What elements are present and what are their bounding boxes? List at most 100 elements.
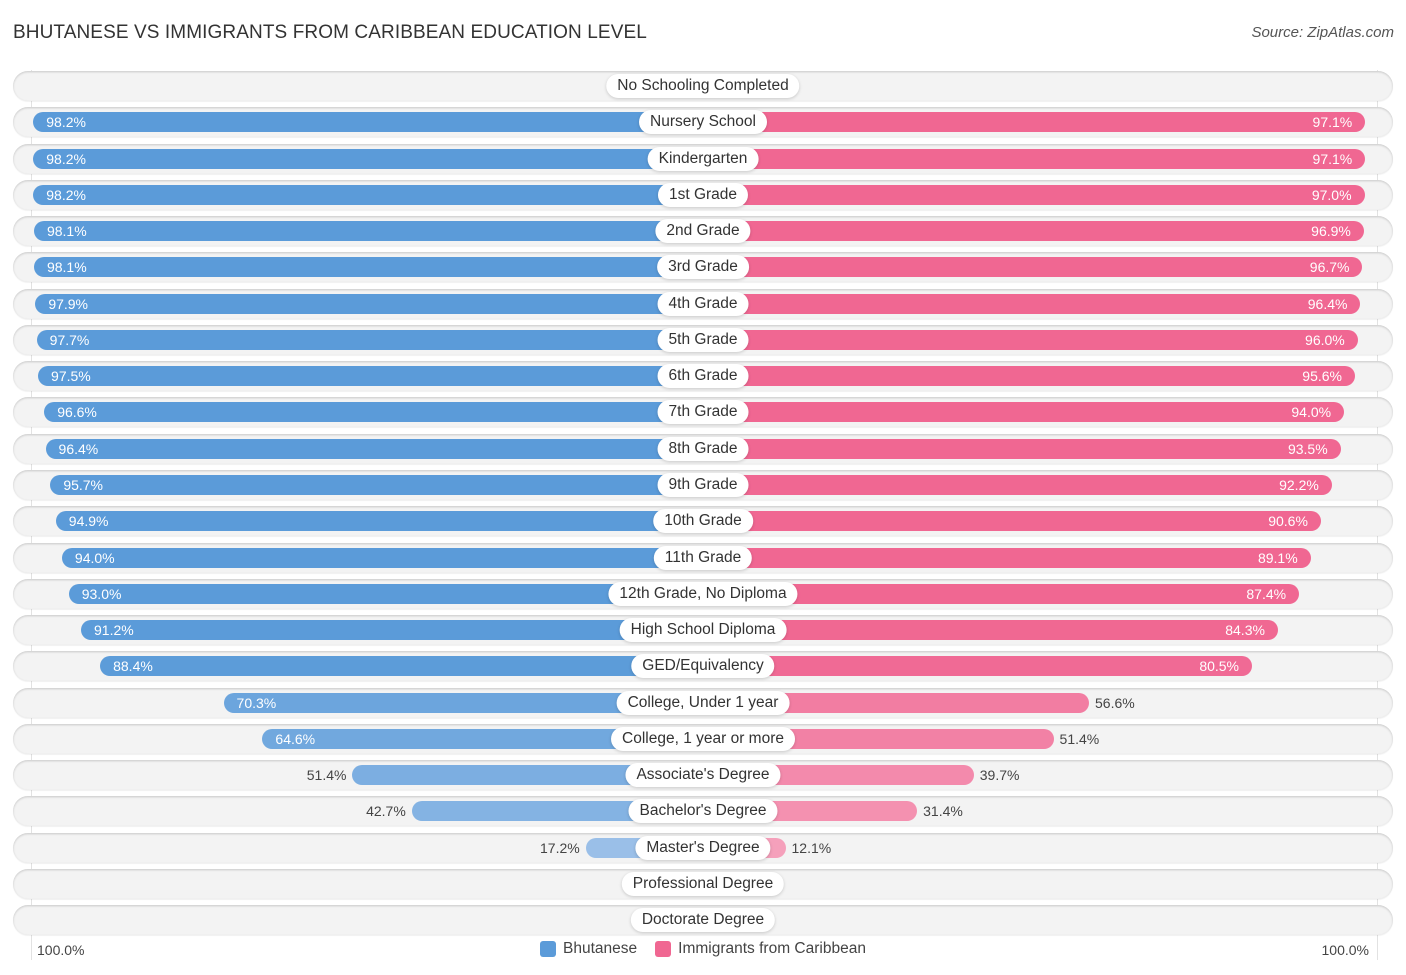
category-label: 10th Grade bbox=[653, 509, 753, 534]
value-label-bhutanese: 94.9% bbox=[68, 513, 109, 530]
value-label-caribbean: 95.6% bbox=[1302, 368, 1342, 385]
value-label-caribbean: 97.0% bbox=[1311, 186, 1352, 203]
legend-label-caribbean: Immigrants from Caribbean bbox=[678, 940, 866, 957]
bar-bhutanese[interactable] bbox=[45, 438, 703, 459]
value-label-bhutanese: 91.2% bbox=[94, 622, 134, 639]
category-label: 12th Grade, No Diploma bbox=[608, 581, 798, 606]
bar-caribbean[interactable] bbox=[703, 366, 1355, 387]
value-label-caribbean: 31.4% bbox=[923, 803, 963, 820]
value-label-caribbean: 89.1% bbox=[1257, 549, 1298, 566]
bar-bhutanese[interactable] bbox=[81, 620, 703, 641]
value-label-bhutanese: 97.7% bbox=[49, 331, 90, 348]
bar-bhutanese[interactable] bbox=[33, 148, 703, 169]
value-label-bhutanese: 70.3% bbox=[236, 694, 277, 711]
category-label: Doctorate Degree bbox=[630, 908, 776, 933]
category-label: Associate's Degree bbox=[625, 763, 781, 788]
category-label: 9th Grade bbox=[657, 472, 749, 497]
category-label: Kindergarten bbox=[647, 146, 759, 171]
value-label-bhutanese: 94.0% bbox=[74, 549, 115, 566]
category-label: 3rd Grade bbox=[657, 255, 749, 280]
value-label-caribbean: 96.9% bbox=[1311, 223, 1351, 240]
legend-label-bhutanese: Bhutanese bbox=[563, 940, 638, 957]
value-label-bhutanese: 93.0% bbox=[81, 585, 122, 602]
bar-bhutanese[interactable] bbox=[61, 547, 703, 568]
category-label: 11th Grade bbox=[653, 545, 753, 570]
value-label-caribbean: 97.1% bbox=[1312, 114, 1353, 131]
value-label-caribbean: 12.1% bbox=[791, 839, 832, 856]
bar-bhutanese[interactable] bbox=[33, 112, 703, 133]
value-label-bhutanese: 95.7% bbox=[63, 476, 104, 493]
category-label: 5th Grade bbox=[657, 327, 749, 352]
category-label: Professional Degree bbox=[621, 871, 785, 896]
value-label-bhutanese: 96.6% bbox=[57, 404, 97, 421]
bar-caribbean[interactable] bbox=[703, 547, 1311, 568]
bar-caribbean[interactable] bbox=[703, 511, 1321, 532]
legend-item-caribbean[interactable]: Immigrants from Caribbean bbox=[655, 940, 866, 958]
value-label-bhutanese: 97.9% bbox=[48, 295, 89, 312]
category-label: 8th Grade bbox=[657, 436, 749, 461]
bar-bhutanese[interactable] bbox=[55, 511, 703, 532]
category-label: College, Under 1 year bbox=[616, 690, 790, 715]
bar-bhutanese[interactable] bbox=[35, 293, 703, 314]
value-label-bhutanese: 98.2% bbox=[46, 114, 86, 131]
value-label-caribbean: 80.5% bbox=[1199, 658, 1240, 675]
value-label-caribbean: 51.4% bbox=[1059, 730, 1100, 747]
category-label: 6th Grade bbox=[657, 364, 749, 389]
bar-caribbean[interactable] bbox=[703, 293, 1361, 314]
diverging-bar-chart: 1.8%2.9%No Schooling Completed98.2%97.1%… bbox=[0, 0, 1406, 975]
category-label: 7th Grade bbox=[657, 400, 749, 425]
category-label: 2nd Grade bbox=[655, 219, 751, 244]
bar-bhutanese[interactable] bbox=[33, 184, 703, 205]
legend: Bhutanese Immigrants from Caribbean bbox=[0, 940, 1406, 958]
bar-bhutanese[interactable] bbox=[33, 257, 703, 278]
category-label: High School Diploma bbox=[619, 618, 787, 643]
value-label-caribbean: 96.4% bbox=[1307, 295, 1348, 312]
bar-bhutanese[interactable] bbox=[38, 366, 703, 387]
bar-caribbean[interactable] bbox=[703, 329, 1358, 350]
bar-bhutanese[interactable] bbox=[36, 329, 703, 350]
bar-caribbean[interactable] bbox=[703, 474, 1332, 495]
category-label: 4th Grade bbox=[657, 291, 749, 316]
bar-caribbean[interactable] bbox=[703, 620, 1278, 641]
category-label: 1st Grade bbox=[657, 182, 749, 207]
category-label: GED/Equivalency bbox=[631, 654, 775, 679]
value-label-bhutanese: 98.2% bbox=[46, 150, 86, 167]
category-label: Master's Degree bbox=[635, 835, 771, 860]
bar-caribbean[interactable] bbox=[703, 221, 1364, 242]
value-label-caribbean: 39.7% bbox=[979, 767, 1020, 784]
legend-item-bhutanese[interactable]: Bhutanese bbox=[540, 940, 637, 958]
category-label: Nursery School bbox=[639, 110, 767, 135]
value-label-caribbean: 92.2% bbox=[1279, 476, 1319, 493]
bar-bhutanese[interactable] bbox=[44, 402, 703, 423]
bar-caribbean[interactable] bbox=[703, 184, 1365, 205]
legend-swatch-caribbean bbox=[655, 941, 672, 957]
value-label-bhutanese: 96.4% bbox=[58, 440, 99, 457]
bar-caribbean[interactable] bbox=[703, 112, 1366, 133]
value-label-caribbean: 96.7% bbox=[1309, 259, 1350, 276]
bar-caribbean[interactable] bbox=[703, 257, 1363, 278]
category-label: No Schooling Completed bbox=[606, 74, 800, 98]
value-label-caribbean: 94.0% bbox=[1291, 404, 1332, 421]
value-label-caribbean: 93.5% bbox=[1287, 440, 1328, 457]
bar-bhutanese[interactable] bbox=[50, 474, 703, 495]
value-label-bhutanese: 42.7% bbox=[366, 803, 406, 820]
value-label-caribbean: 96.0% bbox=[1305, 331, 1345, 348]
value-label-caribbean: 87.4% bbox=[1246, 585, 1287, 602]
bar-caribbean[interactable] bbox=[703, 438, 1341, 459]
bar-bhutanese[interactable] bbox=[33, 221, 703, 242]
value-label-bhutanese: 64.6% bbox=[275, 730, 316, 747]
bar-caribbean[interactable] bbox=[703, 148, 1366, 169]
category-label: College, 1 year or more bbox=[611, 726, 795, 751]
bar-caribbean[interactable] bbox=[703, 656, 1252, 677]
value-label-bhutanese: 98.2% bbox=[46, 186, 86, 203]
bar-caribbean[interactable] bbox=[703, 402, 1345, 423]
value-label-caribbean: 84.3% bbox=[1225, 622, 1265, 639]
value-label-bhutanese: 98.1% bbox=[46, 223, 87, 240]
value-label-caribbean: 97.1% bbox=[1312, 150, 1353, 167]
value-label-bhutanese: 17.2% bbox=[540, 839, 580, 856]
bar-bhutanese[interactable] bbox=[100, 656, 703, 677]
value-label-caribbean: 90.6% bbox=[1268, 513, 1308, 530]
value-label-bhutanese: 88.4% bbox=[113, 658, 153, 675]
value-label-bhutanese: 98.1% bbox=[46, 259, 87, 276]
legend-swatch-bhutanese bbox=[540, 941, 557, 957]
